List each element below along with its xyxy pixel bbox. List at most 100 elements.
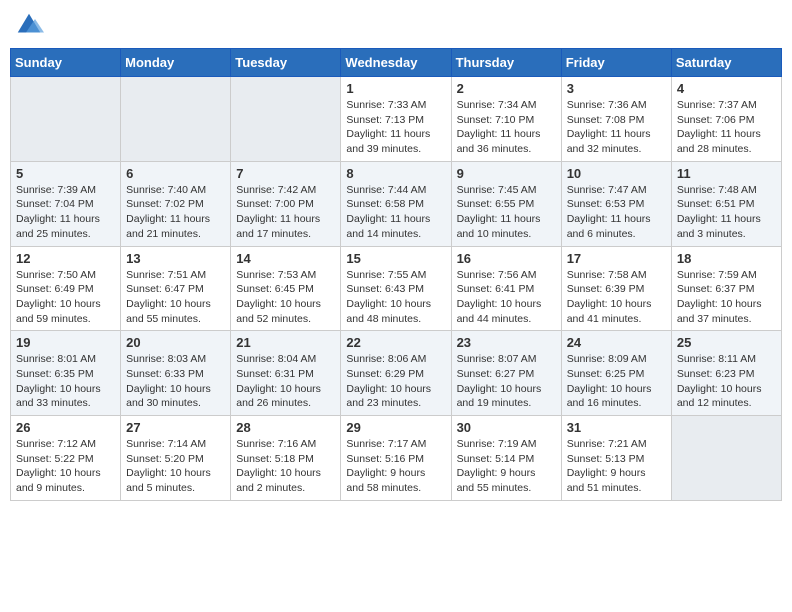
calendar-cell: 29 Sunrise: 7:17 AM Sunset: 5:16 PM Dayli… bbox=[341, 416, 451, 501]
day-number: 21 bbox=[236, 335, 335, 350]
day-header-tuesday: Tuesday bbox=[231, 49, 341, 77]
calendar-cell: 7 Sunrise: 7:42 AM Sunset: 7:00 PM Daylig… bbox=[231, 161, 341, 246]
day-number: 4 bbox=[677, 81, 776, 96]
day-info: Sunrise: 8:04 AM Sunset: 6:31 PM Dayligh… bbox=[236, 352, 335, 411]
calendar-cell bbox=[121, 77, 231, 162]
calendar-cell: 31 Sunrise: 7:21 AM Sunset: 5:13 PM Dayli… bbox=[561, 416, 671, 501]
day-info: Sunrise: 7:51 AM Sunset: 6:47 PM Dayligh… bbox=[126, 268, 225, 327]
calendar-cell: 19Sunrise: 8:01 AM Sunset: 6:35 PM Dayli… bbox=[11, 331, 121, 416]
day-info: Sunrise: 7:14 AM Sunset: 5:20 PM Dayligh… bbox=[126, 437, 225, 496]
day-info: Sunrise: 8:07 AM Sunset: 6:27 PM Dayligh… bbox=[457, 352, 556, 411]
day-info: Sunrise: 7:50 AM Sunset: 6:49 PM Dayligh… bbox=[16, 268, 115, 327]
day-number: 20 bbox=[126, 335, 225, 350]
calendar-cell: 4 Sunrise: 7:37 AM Sunset: 7:06 PM Daylig… bbox=[671, 77, 781, 162]
calendar-cell bbox=[11, 77, 121, 162]
calendar-cell: 20 Sunrise: 8:03 AM Sunset: 6:33 PM Dayli… bbox=[121, 331, 231, 416]
page-header bbox=[10, 10, 782, 40]
day-info: Sunrise: 7:21 AM Sunset: 5:13 PM Dayligh… bbox=[567, 437, 666, 496]
day-number: 15 bbox=[346, 251, 445, 266]
calendar-table: SundayMondayTuesdayWednesdayThursdayFrid… bbox=[10, 48, 782, 501]
day-number: 3 bbox=[567, 81, 666, 96]
calendar-cell: 12 Sunrise: 7:50 AM Sunset: 6:49 PM Dayli… bbox=[11, 246, 121, 331]
calendar-cell: 14 Sunrise: 7:53 AM Sunset: 6:45 PM Dayli… bbox=[231, 246, 341, 331]
calendar-cell: 18 Sunrise: 7:59 AM Sunset: 6:37 PM Dayli… bbox=[671, 246, 781, 331]
day-header-friday: Friday bbox=[561, 49, 671, 77]
calendar-cell: 2 Sunrise: 7:34 AM Sunset: 7:10 PM Daylig… bbox=[451, 77, 561, 162]
day-number: 26 bbox=[16, 420, 115, 435]
day-info: Sunrise: 7:12 AM Sunset: 5:22 PM Dayligh… bbox=[16, 437, 115, 496]
day-info: Sunrise: 8:11 AM Sunset: 6:23 PM Dayligh… bbox=[677, 352, 776, 411]
day-info: Sunrise: 7:16 AM Sunset: 5:18 PM Dayligh… bbox=[236, 437, 335, 496]
day-info: Sunrise: 7:34 AM Sunset: 7:10 PM Dayligh… bbox=[457, 98, 556, 157]
calendar-cell: 9Sunrise: 7:45 AM Sunset: 6:55 PM Daylig… bbox=[451, 161, 561, 246]
day-info: Sunrise: 7:17 AM Sunset: 5:16 PM Dayligh… bbox=[346, 437, 445, 496]
calendar-week-row: 5Sunrise: 7:39 AM Sunset: 7:04 PM Daylig… bbox=[11, 161, 782, 246]
calendar-cell: 16 Sunrise: 7:56 AM Sunset: 6:41 PM Dayli… bbox=[451, 246, 561, 331]
calendar-week-row: 1Sunrise: 7:33 AM Sunset: 7:13 PM Daylig… bbox=[11, 77, 782, 162]
day-number: 29 bbox=[346, 420, 445, 435]
day-number: 12 bbox=[16, 251, 115, 266]
calendar-cell: 30Sunrise: 7:19 AM Sunset: 5:14 PM Dayli… bbox=[451, 416, 561, 501]
day-number: 18 bbox=[677, 251, 776, 266]
day-number: 23 bbox=[457, 335, 556, 350]
day-number: 28 bbox=[236, 420, 335, 435]
day-number: 31 bbox=[567, 420, 666, 435]
day-info: Sunrise: 7:48 AM Sunset: 6:51 PM Dayligh… bbox=[677, 183, 776, 242]
calendar-cell: 24 Sunrise: 8:09 AM Sunset: 6:25 PM Dayli… bbox=[561, 331, 671, 416]
day-number: 17 bbox=[567, 251, 666, 266]
calendar-cell: 27 Sunrise: 7:14 AM Sunset: 5:20 PM Dayli… bbox=[121, 416, 231, 501]
calendar-header-row: SundayMondayTuesdayWednesdayThursdayFrid… bbox=[11, 49, 782, 77]
calendar-cell: 10 Sunrise: 7:47 AM Sunset: 6:53 PM Dayli… bbox=[561, 161, 671, 246]
calendar-week-row: 19Sunrise: 8:01 AM Sunset: 6:35 PM Dayli… bbox=[11, 331, 782, 416]
day-number: 11 bbox=[677, 166, 776, 181]
day-info: Sunrise: 7:42 AM Sunset: 7:00 PM Dayligh… bbox=[236, 183, 335, 242]
day-info: Sunrise: 7:37 AM Sunset: 7:06 PM Dayligh… bbox=[677, 98, 776, 157]
day-header-monday: Monday bbox=[121, 49, 231, 77]
calendar-cell: 28 Sunrise: 7:16 AM Sunset: 5:18 PM Dayli… bbox=[231, 416, 341, 501]
day-number: 13 bbox=[126, 251, 225, 266]
calendar-cell: 25 Sunrise: 8:11 AM Sunset: 6:23 PM Dayli… bbox=[671, 331, 781, 416]
day-info: Sunrise: 7:58 AM Sunset: 6:39 PM Dayligh… bbox=[567, 268, 666, 327]
calendar-cell: 23 Sunrise: 8:07 AM Sunset: 6:27 PM Dayli… bbox=[451, 331, 561, 416]
day-number: 19 bbox=[16, 335, 115, 350]
calendar-cell: 11 Sunrise: 7:48 AM Sunset: 6:51 PM Dayli… bbox=[671, 161, 781, 246]
day-number: 1 bbox=[346, 81, 445, 96]
day-number: 14 bbox=[236, 251, 335, 266]
calendar-cell: 5Sunrise: 7:39 AM Sunset: 7:04 PM Daylig… bbox=[11, 161, 121, 246]
day-number: 25 bbox=[677, 335, 776, 350]
day-number: 8 bbox=[346, 166, 445, 181]
calendar-cell: 17 Sunrise: 7:58 AM Sunset: 6:39 PM Dayli… bbox=[561, 246, 671, 331]
day-number: 27 bbox=[126, 420, 225, 435]
calendar-cell: 3Sunrise: 7:36 AM Sunset: 7:08 PM Daylig… bbox=[561, 77, 671, 162]
day-header-thursday: Thursday bbox=[451, 49, 561, 77]
day-info: Sunrise: 7:39 AM Sunset: 7:04 PM Dayligh… bbox=[16, 183, 115, 242]
day-info: Sunrise: 7:59 AM Sunset: 6:37 PM Dayligh… bbox=[677, 268, 776, 327]
calendar-cell: 21 Sunrise: 8:04 AM Sunset: 6:31 PM Dayli… bbox=[231, 331, 341, 416]
day-number: 2 bbox=[457, 81, 556, 96]
day-info: Sunrise: 8:03 AM Sunset: 6:33 PM Dayligh… bbox=[126, 352, 225, 411]
logo bbox=[14, 10, 48, 40]
day-info: Sunrise: 7:47 AM Sunset: 6:53 PM Dayligh… bbox=[567, 183, 666, 242]
calendar-cell bbox=[671, 416, 781, 501]
calendar-cell: 8 Sunrise: 7:44 AM Sunset: 6:58 PM Daylig… bbox=[341, 161, 451, 246]
calendar-cell: 26 Sunrise: 7:12 AM Sunset: 5:22 PM Dayli… bbox=[11, 416, 121, 501]
day-number: 7 bbox=[236, 166, 335, 181]
calendar-cell: 22Sunrise: 8:06 AM Sunset: 6:29 PM Dayli… bbox=[341, 331, 451, 416]
day-number: 10 bbox=[567, 166, 666, 181]
day-info: Sunrise: 7:56 AM Sunset: 6:41 PM Dayligh… bbox=[457, 268, 556, 327]
calendar-cell: 1Sunrise: 7:33 AM Sunset: 7:13 PM Daylig… bbox=[341, 77, 451, 162]
day-header-sunday: Sunday bbox=[11, 49, 121, 77]
day-number: 24 bbox=[567, 335, 666, 350]
day-info: Sunrise: 7:45 AM Sunset: 6:55 PM Dayligh… bbox=[457, 183, 556, 242]
day-number: 30 bbox=[457, 420, 556, 435]
calendar-week-row: 26 Sunrise: 7:12 AM Sunset: 5:22 PM Dayli… bbox=[11, 416, 782, 501]
day-number: 16 bbox=[457, 251, 556, 266]
day-info: Sunrise: 7:40 AM Sunset: 7:02 PM Dayligh… bbox=[126, 183, 225, 242]
calendar-cell: 15Sunrise: 7:55 AM Sunset: 6:43 PM Dayli… bbox=[341, 246, 451, 331]
logo-icon bbox=[14, 10, 44, 40]
day-number: 6 bbox=[126, 166, 225, 181]
calendar-cell bbox=[231, 77, 341, 162]
day-info: Sunrise: 7:53 AM Sunset: 6:45 PM Dayligh… bbox=[236, 268, 335, 327]
day-info: Sunrise: 7:44 AM Sunset: 6:58 PM Dayligh… bbox=[346, 183, 445, 242]
day-info: Sunrise: 8:09 AM Sunset: 6:25 PM Dayligh… bbox=[567, 352, 666, 411]
